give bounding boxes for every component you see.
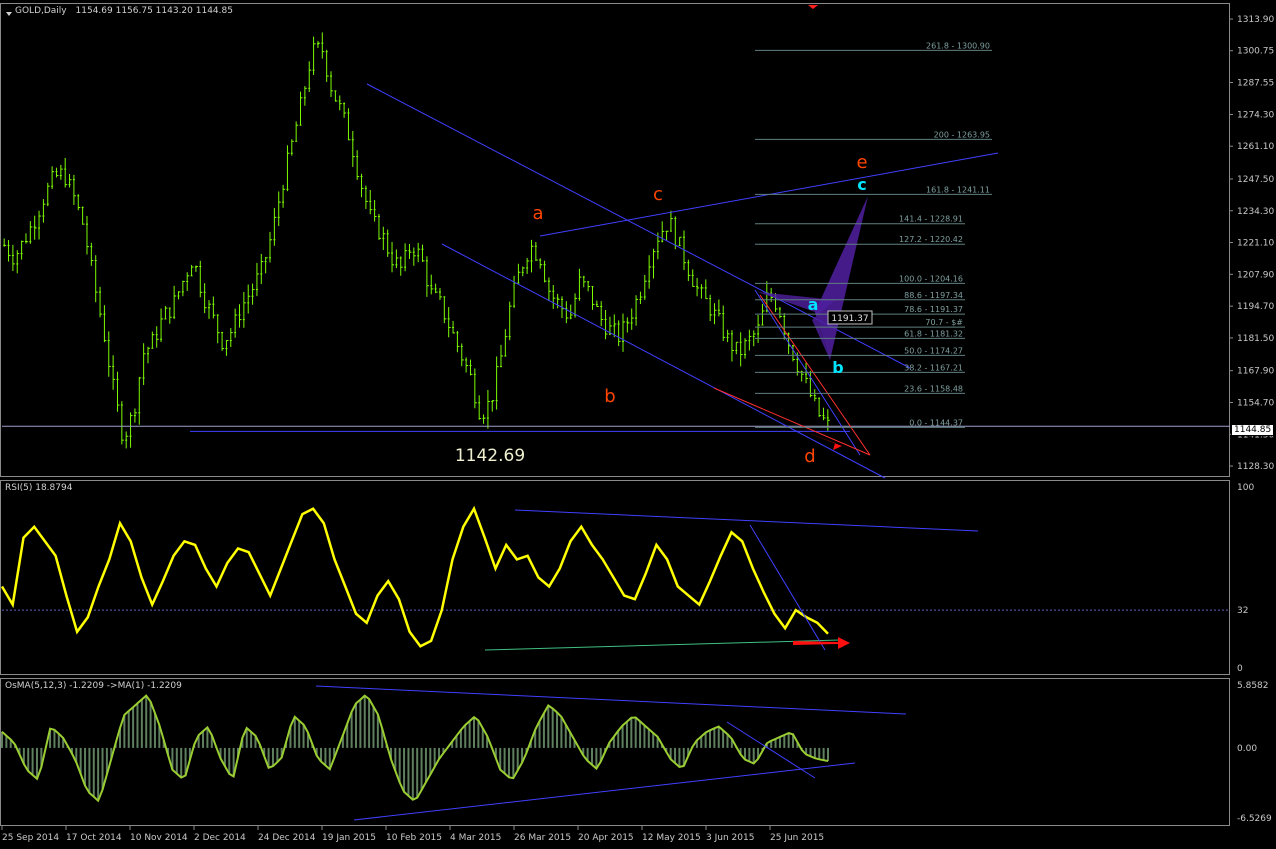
chart-canvas: 1313.90 1300.75 1287.55 1274.30 1261.10 1247.… — [0, 5, 1274, 843]
fibo-level-label: 88.6 - 1197.34 — [904, 291, 963, 300]
fibo-level-label: 161.8 - 1241.11 — [926, 185, 990, 194]
shift-marker — [808, 5, 818, 9]
wave-label-red: e — [856, 152, 867, 173]
price-tick-label: 1313.90 — [1237, 15, 1274, 25]
fibo-level-label: 141.4 - 1228.91 — [899, 215, 963, 224]
osma-trend-line — [353, 762, 856, 821]
price-tick-label: 1167.90 — [1237, 367, 1274, 377]
x-tick-label: 19 Jan 2015 — [322, 833, 376, 843]
current-price-tag: 1144.85 — [1231, 424, 1275, 436]
rsi-tick-label: 0 — [1237, 664, 1243, 674]
price-tick-label: 1261.10 — [1237, 142, 1274, 152]
chart-window[interactable]: GOLD,Daily 1154.69 1156.75 1143.20 1144.… — [0, 0, 1276, 849]
fibo-level-label: 0.0 - 1144.37 — [909, 418, 963, 427]
x-tick-label: 26 Mar 2015 — [514, 833, 571, 843]
wave-label-cyan: c — [857, 175, 866, 194]
price-tick-label: 1207.90 — [1237, 270, 1274, 280]
osma-trend-line — [315, 685, 907, 715]
fibo-level-label: 100.0 - 1204.16 — [899, 274, 963, 283]
x-tick-label: 2 Dec 2014 — [194, 833, 246, 843]
fibo-level-label: 38.2 - 1167.21 — [904, 363, 963, 372]
cursor-price-text: 1191.37 — [831, 314, 868, 324]
x-tick-label: 25 Jun 2015 — [770, 833, 824, 843]
x-tick-label: 17 Oct 2014 — [66, 833, 122, 843]
price-tick-label: 1221.10 — [1237, 239, 1274, 249]
price-tick-label: 1154.70 — [1237, 398, 1274, 408]
price-tick-label: 1181.50 — [1237, 334, 1274, 344]
fibo-level-label: 61.8 - 1181.32 — [904, 329, 963, 338]
wave-label-red: b — [604, 386, 615, 407]
x-tick-label: 12 May 2015 — [642, 833, 701, 843]
x-tick-label: 24 Dec 2014 — [258, 833, 316, 843]
pattern-triangle — [815, 196, 868, 360]
wave-label-cyan: a — [808, 295, 819, 314]
rsi-red-arrow — [793, 637, 850, 649]
osma-tick-label: 5.8582 — [1237, 681, 1269, 691]
price-tick-label: 1287.55 — [1237, 79, 1274, 89]
x-tick-label: 20 Apr 2015 — [578, 833, 634, 843]
rsi-line — [0, 505, 829, 648]
fibo-level-label: 200 - 1263.95 — [934, 130, 990, 139]
price-tick-label: 1247.50 — [1237, 175, 1274, 185]
price-tick-label: 1234.30 — [1237, 207, 1274, 217]
wave-label-red: d — [804, 446, 815, 467]
rsi-tick-label: 100 — [1237, 483, 1254, 493]
price-tick-label: 1274.30 — [1237, 110, 1274, 120]
fibo-level-label: 261.8 - 1300.90 — [926, 41, 990, 50]
fibo-level-label: 50.0 - 1174.27 — [904, 346, 963, 355]
price-tick-label: 1128.30 — [1237, 462, 1274, 472]
x-tick-label: 10 Nov 2014 — [130, 833, 188, 843]
rsi-trend-line — [514, 509, 979, 532]
low-annotation: 1142.69 — [455, 446, 525, 466]
wave-label-red: a — [532, 203, 543, 224]
x-tick-label: 4 Mar 2015 — [450, 833, 501, 843]
price-tick-label: 1300.75 — [1237, 47, 1274, 57]
rsi-tick-label: 32 — [1237, 606, 1248, 616]
trend-line — [441, 243, 886, 479]
fibo-level-label: 127.2 - 1220.42 — [899, 235, 963, 244]
wave-label-cyan: b — [832, 358, 843, 377]
price-tick-label: 1194.70 — [1237, 302, 1274, 312]
x-tick-label: 10 Feb 2015 — [386, 833, 442, 843]
osma-signal-line — [1, 694, 829, 803]
osma-tick-label: 0.00 — [1237, 744, 1257, 754]
rsi-trend-line — [484, 639, 841, 651]
wave-label-red: c — [653, 184, 663, 205]
x-tick-label: 3 Jun 2015 — [706, 833, 754, 843]
osma-tick-label: -6.5269 — [1237, 814, 1272, 824]
fibo-level-label: 78.6 - 1191.37 — [904, 305, 963, 314]
fibo-level-label: 70.7 - $# — [925, 318, 963, 327]
fibo-level-label: 23.6 - 1158.48 — [904, 384, 963, 393]
x-tick-label: 25 Sep 2014 — [2, 833, 59, 843]
